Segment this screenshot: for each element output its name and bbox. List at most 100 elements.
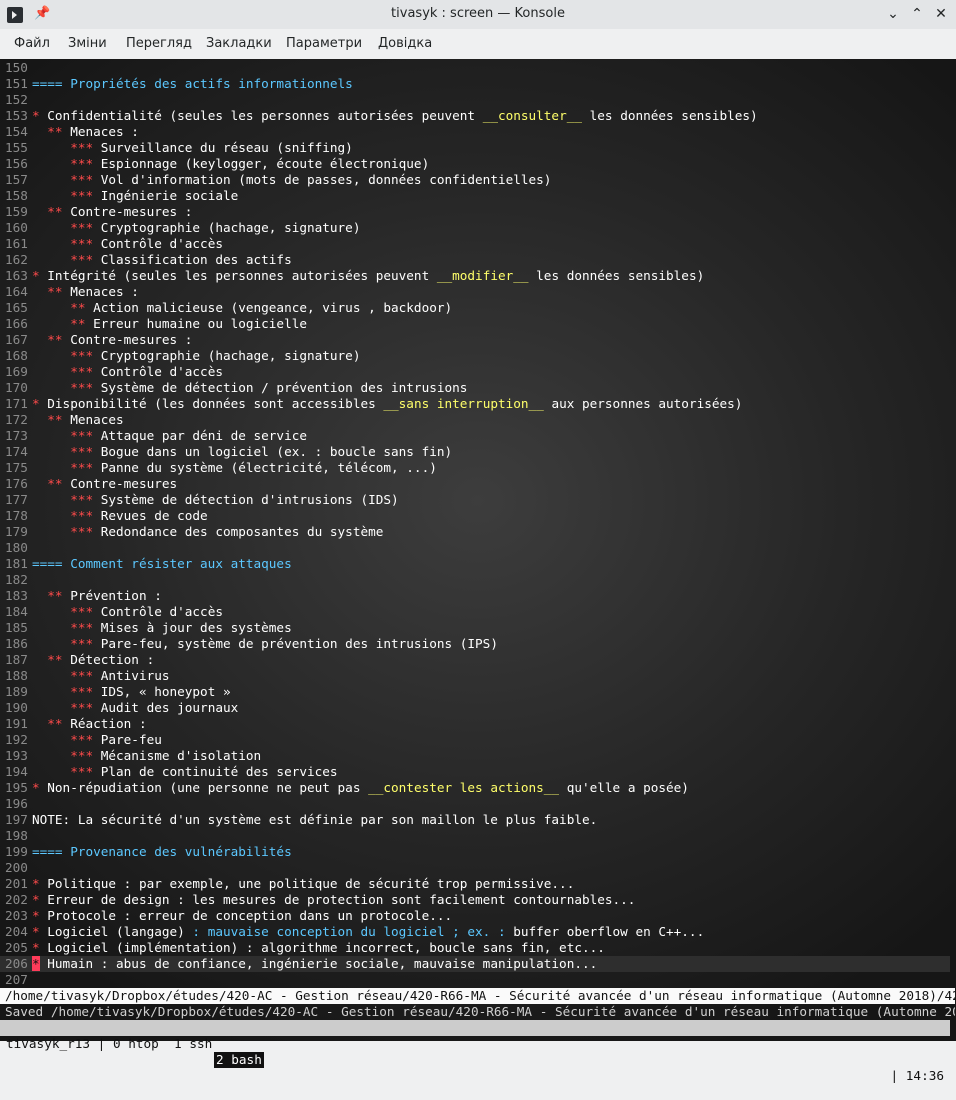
terminal-line: 169 *** Contrôle d'accès (0, 364, 950, 380)
terminal-line: 165 ** Action malicieuse (vengeance, vir… (0, 300, 950, 316)
line-number: 203 (5, 908, 28, 923)
line-number: 175 (5, 460, 28, 475)
terminal-line: 170 *** Système de détection / préventio… (0, 380, 950, 396)
menu-bar: Файл Зміни Перегляд Закладки Параметри Д… (0, 29, 956, 59)
line-text: *** (32, 604, 101, 619)
line-number: 186 (5, 636, 28, 651)
line-number: 159 (5, 204, 28, 219)
close-button[interactable]: ✕ (932, 5, 950, 23)
line-text: __sans interruption__ (383, 396, 544, 411)
terminal-line: 200 (0, 860, 950, 876)
terminal-line: 197 NOTE: La sécurité d'un système est dé… (0, 812, 950, 828)
terminal-line: 193 *** Mécanisme d'isolation (0, 748, 950, 764)
terminal-line: 190 *** Audit des journaux (0, 700, 950, 716)
line-text: ** (32, 588, 71, 603)
line-text: *** (32, 700, 101, 715)
screen-active-window[interactable]: 2 bash (214, 1052, 264, 1068)
terminal-line: 177 *** Système de détection d'intrusion… (0, 492, 950, 508)
line-text: *** (32, 348, 101, 363)
line-text: *** (32, 172, 101, 187)
line-text: *** (32, 684, 101, 699)
terminal-line: 176 ** Contre-mesures (0, 476, 950, 492)
line-number: 187 (5, 652, 28, 667)
line-text: *** (32, 748, 101, 763)
line-number: 199 (5, 844, 28, 859)
line-number: 179 (5, 524, 28, 539)
terminal-line: 192 *** Pare-feu (0, 732, 950, 748)
menu-settings[interactable]: Параметри (286, 36, 362, 51)
line-number: 195 (5, 780, 28, 795)
line-number: 189 (5, 684, 28, 699)
line-number: 197 (5, 812, 28, 827)
line-number: 161 (5, 236, 28, 251)
terminal-line: 199 ==== Provenance des vulnérabilités (0, 844, 950, 860)
line-text: Intégrité (seules les personnes autorisé… (47, 268, 437, 283)
line-text: *** (32, 508, 101, 523)
line-text: aux personnes autorisées) (543, 396, 743, 411)
line-text: NOTE: La sécurité d'un système est défin… (32, 812, 598, 827)
line-text: *** (32, 668, 101, 683)
terminal-line: 160 *** Cryptographie (hachage, signatur… (0, 220, 950, 236)
minimize-button[interactable]: ⌄ (884, 5, 902, 23)
line-number: 163 (5, 268, 28, 283)
line-number: 206 (5, 956, 28, 971)
terminal-view[interactable]: 150 151 ==== Propriétés des actifs informa… (0, 59, 956, 1083)
line-text: qu'elle a posée) (559, 780, 689, 795)
line-number: 177 (5, 492, 28, 507)
terminal-line: 207 (0, 972, 950, 988)
line-text: * (32, 892, 48, 907)
terminal-line: 156 *** Espionnage (keylogger, écoute él… (0, 156, 950, 172)
terminal-line: 185 *** Mises à jour des systèmes (0, 620, 950, 636)
line-text: ** (32, 316, 94, 331)
menu-file[interactable]: Файл (14, 36, 50, 51)
line-number: 153 (5, 108, 28, 123)
line-text: Action malicieuse (vengeance, virus , ba… (93, 300, 453, 315)
line-text: * (32, 940, 48, 955)
line-text: ==== Propriétés des actifs informationne… (32, 76, 353, 91)
screen-windows-list[interactable]: tivasyk_r13 | 0 htop 1 ssh (6, 1036, 220, 1052)
terminal-line: 202 * Erreur de design : les mesures de p… (0, 892, 950, 908)
terminal-line: 171 * Disponibilité (les données sont acc… (0, 396, 950, 412)
line-text: Logiciel (implémentation) : algorithme i… (47, 940, 605, 955)
terminal-line: 159 ** Contre-mesures : (0, 204, 950, 220)
line-text: * (32, 876, 48, 891)
terminal-line: 188 *** Antivirus (0, 668, 950, 684)
menu-view[interactable]: Перегляд (126, 36, 192, 51)
menu-bookmarks[interactable]: Закладки (206, 36, 272, 51)
line-number: 167 (5, 332, 28, 347)
line-text: Cryptographie (hachage, signature) (100, 220, 361, 235)
line-text: Prévention : (70, 588, 162, 603)
terminal-line: 152 (0, 92, 950, 108)
screen-window-bar: tivasyk_r13 | 0 htop 1 ssh 2 bash | 14:3… (0, 1020, 950, 1083)
terminal-line: 166 ** Erreur humaine ou logicielle (0, 316, 950, 332)
line-number: 181 (5, 556, 28, 571)
line-number: 190 (5, 700, 28, 715)
line-text: Cryptographie (hachage, signature) (100, 348, 361, 363)
line-number: 158 (5, 188, 28, 203)
line-text: Mécanisme d'isolation (100, 748, 262, 763)
line-text: ** (32, 284, 71, 299)
line-text: Surveillance du réseau (sniffing) (100, 140, 353, 155)
line-text: Humain : abus de confiance, ingénierie s… (39, 956, 598, 971)
line-text: Attaque par déni de service (100, 428, 307, 443)
line-number: 205 (5, 940, 28, 955)
terminal-line: 184 *** Contrôle d'accès (0, 604, 950, 620)
terminal-line: 187 ** Détection : (0, 652, 950, 668)
line-number: 194 (5, 764, 28, 779)
menu-edit[interactable]: Зміни (68, 36, 107, 51)
line-number: 176 (5, 476, 28, 491)
line-text: Système de détection / prévention des in… (100, 380, 468, 395)
line-text: ** (32, 332, 71, 347)
line-text: *** (32, 364, 101, 379)
line-text: Panne du système (électricité, télécom, … (100, 460, 437, 475)
line-text: Détection : (70, 652, 155, 667)
line-text: Classification des actifs (100, 252, 292, 267)
line-text: ** (32, 412, 71, 427)
line-text: Contrôle d'accès (100, 364, 223, 379)
menu-help[interactable]: Довідка (378, 36, 432, 51)
maximize-button[interactable]: ⌃ (908, 5, 926, 23)
terminal-line: 180 (0, 540, 950, 556)
line-number: 151 (5, 76, 28, 91)
terminal-line: 196 (0, 796, 950, 812)
line-number: 178 (5, 508, 28, 523)
